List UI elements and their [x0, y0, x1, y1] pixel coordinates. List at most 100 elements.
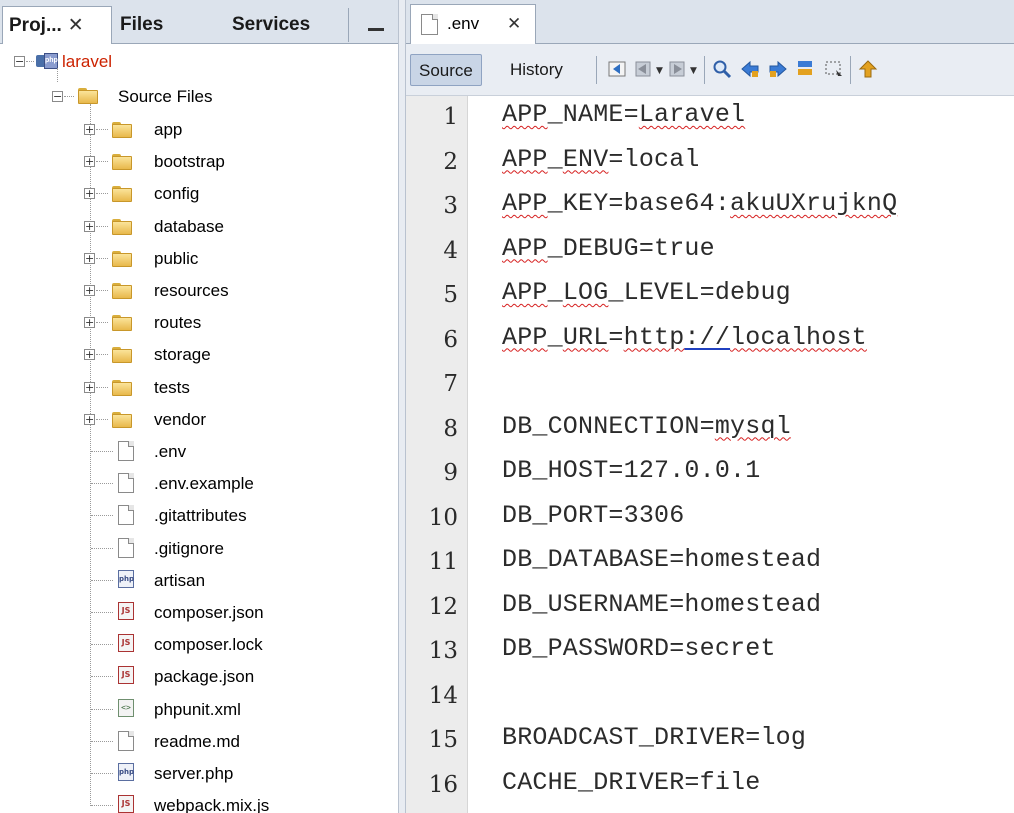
code-line[interactable]: DB_CONNECTION=mysql [502, 412, 791, 441]
editor-tab-env[interactable]: .env ✕ [410, 4, 536, 44]
expand-icon[interactable]: + [84, 124, 95, 135]
panel-splitter[interactable] [398, 0, 406, 813]
close-icon[interactable]: ✕ [68, 15, 84, 36]
tree-file-label: .gitattributes [154, 506, 247, 526]
tree-file[interactable]: <> phpunit.xml [0, 694, 398, 726]
folder-icon [112, 345, 134, 364]
tree-file[interactable]: php artisan [0, 565, 398, 597]
find-previous-icon[interactable] [740, 59, 760, 79]
tree-file[interactable]: readme.md [0, 726, 398, 758]
tab-services[interactable]: Services [226, 6, 336, 44]
find-next-icon[interactable] [768, 59, 788, 79]
tree-folder[interactable]: + resources [0, 275, 398, 307]
code-line[interactable]: DB_PORT=3306 [502, 501, 684, 530]
search-icon[interactable] [712, 59, 732, 79]
project-tree: − php laravel − Source Files + app + bootst… [0, 44, 398, 813]
tree-folder[interactable]: + config [0, 178, 398, 210]
code-line[interactable]: DB_HOST=127.0.0.1 [502, 456, 760, 485]
file-icon [118, 505, 134, 526]
expand-icon[interactable]: + [84, 188, 95, 200]
close-icon[interactable]: ✕ [507, 5, 521, 43]
tree-file[interactable]: .env.example [0, 468, 398, 500]
tree-file-label: readme.md [154, 731, 240, 751]
expand-icon[interactable]: + [84, 381, 95, 393]
tree-file[interactable]: JS composer.lock [0, 629, 398, 661]
history-button[interactable]: History [502, 54, 571, 86]
tree-file[interactable]: JS package.json [0, 661, 398, 693]
expand-icon[interactable]: + [84, 156, 95, 168]
code-line[interactable]: DB_USERNAME=homestead [502, 590, 821, 619]
tree-folder[interactable]: + routes [0, 307, 398, 339]
editor-tab-label: .env [447, 14, 480, 33]
php-file-icon: php [118, 569, 134, 588]
line-number: 6 [443, 326, 458, 353]
expand-icon[interactable]: + [84, 413, 95, 425]
source-button[interactable]: Source [410, 54, 482, 86]
code-line[interactable]: DB_DATABASE=homestead [502, 545, 821, 574]
tree-file[interactable]: .gitattributes [0, 500, 398, 532]
minimize-icon[interactable] [368, 28, 384, 31]
tree-folder-label: routes [154, 313, 202, 333]
toggle-highlight-icon[interactable] [796, 59, 816, 79]
tree-file-label: server.php [154, 764, 234, 783]
tree-file[interactable]: JS webpack.mix.js [0, 790, 398, 813]
line-number: 2 [443, 148, 458, 175]
collapse-icon[interactable]: − [14, 56, 25, 67]
code-line[interactable]: APP_DEBUG=true [502, 234, 715, 263]
expand-icon[interactable]: + [84, 252, 95, 264]
line-number: 12 [428, 593, 458, 620]
project-root-label: laravel [62, 52, 113, 71]
line-number: 4 [443, 237, 458, 264]
code-line[interactable]: CACHE_DRIVER=file [502, 768, 760, 797]
code-line[interactable]: DB_PASSWORD=secret [502, 634, 776, 663]
tree-file-label: composer.lock [154, 635, 263, 655]
tree-folder-label: resources [154, 281, 229, 300]
tree-file[interactable]: .env [0, 436, 398, 468]
collapse-icon[interactable]: − [52, 91, 63, 102]
line-number: 11 [428, 549, 458, 575]
expand-icon[interactable]: + [84, 317, 95, 329]
tree-folder[interactable]: + bootstrap [0, 146, 398, 178]
tree-folder[interactable]: + storage [0, 339, 398, 371]
tree-file[interactable]: .gitignore [0, 533, 398, 565]
tree-file-label: artisan [154, 570, 206, 590]
tree-folder[interactable]: + tests [0, 372, 398, 404]
projects-tab-bar: Proj... ✕ Files Services [0, 0, 398, 44]
code-line[interactable]: APP_ENV=local [502, 145, 700, 174]
chevron-down-icon[interactable]: ▼ [656, 66, 663, 76]
tree-folder[interactable]: + app [0, 114, 398, 146]
code-line[interactable]: APP_KEY=base64:akuUXrujknQ [502, 189, 897, 218]
tree-folder[interactable]: + vendor [0, 404, 398, 436]
tree-folder[interactable]: + public [0, 243, 398, 275]
expand-icon[interactable]: + [84, 349, 95, 361]
code-line[interactable]: APP_NAME=Laravel [502, 100, 745, 129]
expand-icon[interactable]: + [84, 220, 95, 232]
tree-folder-label: config [154, 184, 200, 204]
line-number: 8 [443, 415, 458, 442]
tree-node-source-files[interactable]: − Source Files [0, 81, 398, 113]
chevron-down-icon[interactable]: ▼ [690, 66, 697, 76]
expand-icon[interactable]: + [84, 285, 95, 296]
folder-icon [112, 281, 134, 299]
code-line[interactable]: APP_URL=http://localhost [502, 323, 867, 352]
last-edit-icon[interactable] [608, 59, 628, 79]
select-rectangle-icon[interactable] [824, 59, 844, 79]
shift-up-icon[interactable] [858, 59, 878, 79]
tree-folder[interactable]: + database [0, 211, 398, 243]
tree-node-project-root[interactable]: − php laravel [0, 46, 398, 78]
line-number: 1 [443, 104, 458, 130]
xml-file-icon: <> [118, 698, 134, 717]
forward-icon[interactable] [668, 59, 688, 79]
code-line[interactable]: BROADCAST_DRIVER=log [502, 723, 806, 752]
editor-toolbar: Source History ▼ ▼ [406, 44, 1014, 96]
tree-file[interactable]: JS composer.json [0, 597, 398, 629]
line-number: 3 [443, 193, 458, 219]
line-number-gutter: 1 2 3 4 5 6 7 8 9 10 11 12 13 14 15 16 [406, 96, 468, 813]
tab-files[interactable]: Files [114, 6, 224, 44]
tree-file-label: phpunit.xml [154, 699, 241, 719]
back-icon[interactable] [634, 59, 654, 79]
tab-projects[interactable]: Proj... ✕ [2, 6, 112, 44]
code-line[interactable]: APP_LOG_LEVEL=debug [502, 278, 791, 307]
tree-file[interactable]: php server.php [0, 758, 398, 790]
source-package-icon [78, 86, 100, 104]
